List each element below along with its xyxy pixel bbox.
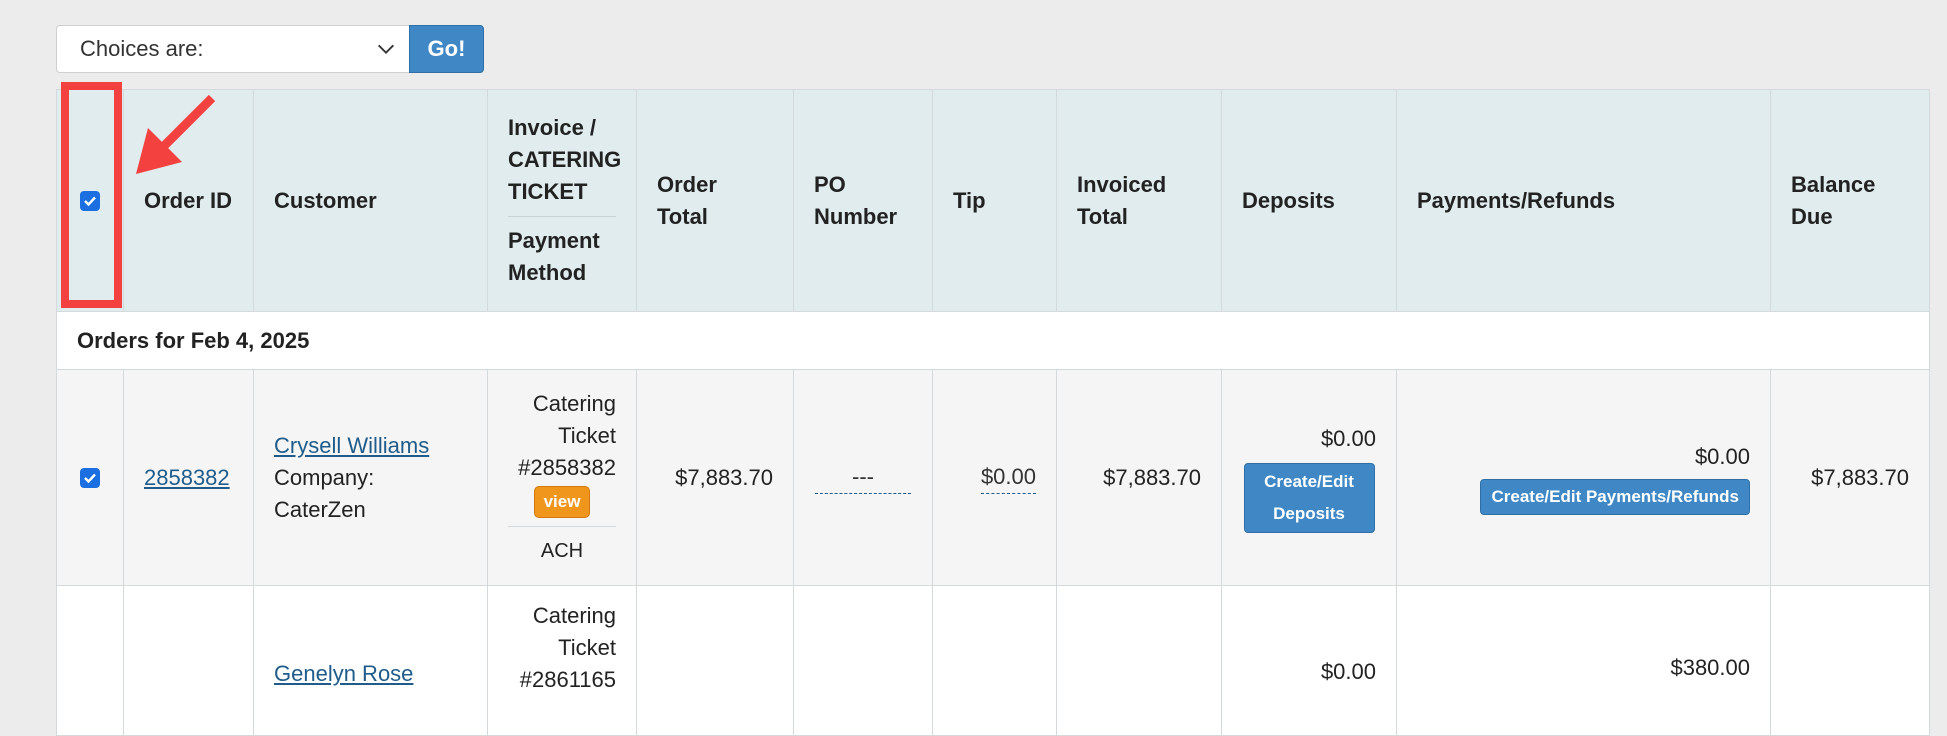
group-label: Orders for Feb 4, 2025 bbox=[56, 311, 1930, 370]
header-payment-method[interactable]: Payment Method bbox=[508, 225, 616, 289]
group-row: Orders for Feb 4, 2025 bbox=[56, 311, 1930, 370]
create-edit-payments-button[interactable]: Create/Edit Payments/Refunds bbox=[1480, 478, 1750, 515]
order-total: $7,883.70 bbox=[636, 369, 794, 586]
deposits-cell: $0.00 Create/Edit Deposits bbox=[1221, 369, 1397, 586]
order-id-cell bbox=[123, 585, 254, 736]
ticket-number: #2861165 bbox=[519, 667, 616, 692]
create-edit-deposits-button[interactable]: Create/Edit Deposits bbox=[1243, 462, 1375, 533]
header-customer[interactable]: Customer bbox=[253, 89, 488, 312]
customer-cell: Genelyn Rose bbox=[253, 585, 488, 736]
order-id-cell: 2858382 bbox=[123, 369, 254, 586]
customer-cell: Crysell Williams Company: CaterZen bbox=[253, 369, 488, 586]
deposits-amount: $0.00 bbox=[1320, 659, 1376, 684]
table-row: 2858382 Crysell Williams Company: CaterZ… bbox=[56, 369, 1930, 586]
header-order-id[interactable]: Order ID bbox=[123, 89, 254, 312]
checkmark-icon bbox=[84, 196, 96, 206]
company-label: Company: bbox=[274, 464, 375, 490]
po-number-value: --- bbox=[852, 464, 874, 489]
header-deposits[interactable]: Deposits bbox=[1221, 89, 1397, 312]
po-number-cell bbox=[793, 585, 933, 736]
row-checkbox[interactable] bbox=[80, 467, 100, 488]
header-tip[interactable]: Tip bbox=[932, 89, 1057, 312]
company-name: CaterZen bbox=[274, 496, 366, 522]
ticket-line-2: Ticket bbox=[558, 423, 616, 448]
order-id-link[interactable]: 2858382 bbox=[144, 465, 230, 490]
invoiced-total bbox=[1056, 585, 1222, 736]
payments-amount: $380.00 bbox=[1670, 655, 1750, 680]
header-order-total[interactable]: Order Total bbox=[636, 89, 794, 312]
deposits-amount: $0.00 bbox=[1320, 425, 1376, 451]
header-invoice-label[interactable]: Invoice / CATERING TICKET bbox=[508, 112, 621, 217]
po-number-edit[interactable]: --- bbox=[815, 461, 911, 494]
ticket-number: #2858382 bbox=[518, 455, 616, 480]
payments-cell: $0.00 Create/Edit Payments/Refunds bbox=[1396, 369, 1771, 586]
tip-cell: $0.00 bbox=[932, 369, 1057, 586]
header-invoice: Invoice / CATERING TICKET Payment Method bbox=[487, 89, 637, 312]
bulk-action-toolbar: Choices are: Go! bbox=[56, 25, 484, 73]
tip-edit[interactable]: $0.00 bbox=[980, 461, 1036, 494]
po-number-cell: --- bbox=[793, 369, 933, 586]
header-payments-refunds[interactable]: Payments/Refunds bbox=[1396, 89, 1771, 312]
bulk-action-select-value: Choices are: bbox=[80, 36, 204, 61]
table-row: Genelyn Rose Catering Ticket #2861165 $0… bbox=[56, 585, 1930, 736]
balance-due bbox=[1770, 585, 1930, 736]
go-button[interactable]: Go! bbox=[409, 25, 484, 73]
select-all-cell bbox=[56, 89, 124, 312]
header-po-number[interactable]: PO Number bbox=[793, 89, 933, 312]
ticket-line-1: Catering bbox=[532, 603, 616, 628]
invoice-cell: Catering Ticket #2861165 bbox=[487, 585, 637, 736]
row-select-cell bbox=[56, 585, 124, 736]
invoice-cell: Catering Ticket #2858382 view ACH bbox=[487, 369, 637, 586]
customer-link[interactable]: Genelyn Rose bbox=[274, 661, 413, 686]
ticket-line-1: Catering bbox=[532, 391, 616, 416]
header-balance-due[interactable]: Balance Due bbox=[1770, 89, 1930, 312]
payments-cell: $380.00 bbox=[1396, 585, 1771, 736]
select-all-checkbox[interactable] bbox=[80, 190, 100, 211]
payment-method: ACH bbox=[508, 526, 616, 567]
view-ticket-button[interactable]: view bbox=[533, 486, 591, 518]
row-select-cell bbox=[56, 369, 124, 586]
table-header-row: Order ID Customer Invoice / CATERING TIC… bbox=[56, 89, 1930, 312]
customer-link[interactable]: Crysell Williams bbox=[274, 433, 429, 458]
checkmark-icon bbox=[84, 473, 96, 483]
chevron-down-icon bbox=[378, 44, 394, 54]
tip-cell bbox=[932, 585, 1057, 736]
header-invoiced-total[interactable]: Invoiced Total bbox=[1056, 89, 1222, 312]
deposits-cell: $0.00 bbox=[1221, 585, 1397, 736]
order-total bbox=[636, 585, 794, 736]
ticket-line-2: Ticket bbox=[558, 635, 616, 660]
invoiced-total: $7,883.70 bbox=[1056, 369, 1222, 586]
orders-table: Order ID Customer Invoice / CATERING TIC… bbox=[56, 89, 1930, 736]
bulk-action-select[interactable]: Choices are: bbox=[56, 25, 409, 73]
balance-due: $7,883.70 bbox=[1770, 369, 1930, 586]
payments-amount: $0.00 bbox=[1694, 443, 1750, 469]
